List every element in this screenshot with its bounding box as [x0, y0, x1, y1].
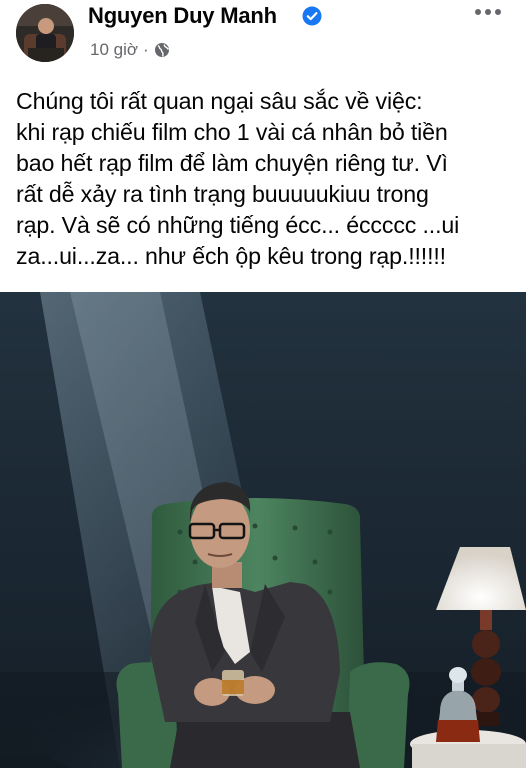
post-text-line: rất dễ xảy ra tình trạng buuuuukiuu tron…	[16, 181, 429, 207]
photo-scene	[0, 292, 526, 768]
post-header: Nguyen Duy Manh 10 giờ ·	[0, 0, 526, 80]
post-text: Chúng tôi rất quan ngại sâu sắc về việc:…	[16, 86, 516, 272]
author-name[interactable]: Nguyen Duy Manh	[88, 3, 277, 29]
more-horizontal-icon[interactable]	[470, 0, 506, 28]
post-timestamp[interactable]: 10 giờ	[90, 40, 138, 60]
post-text-line: za...ui...za... như ếch ộp kêu trong rạp…	[16, 243, 446, 269]
verified-badge-icon	[302, 6, 322, 26]
globe-icon[interactable]	[154, 42, 170, 58]
post-text-line: Chúng tôi rất quan ngại sâu sắc về việc:	[16, 88, 423, 114]
meta-separator: ·	[143, 40, 149, 59]
post-text-line: bao hết rạp film để làm chuyện riêng tư.…	[16, 150, 448, 176]
post-text-line: rạp. Và sẽ có những tiếng écc... éccccc …	[16, 212, 460, 238]
post-text-line: khi rạp chiếu film cho 1 vài cá nhân bỏ …	[16, 119, 448, 145]
post-photo[interactable]	[0, 292, 526, 768]
author-avatar[interactable]	[16, 4, 74, 62]
post-meta: 10 giờ ·	[90, 40, 170, 60]
